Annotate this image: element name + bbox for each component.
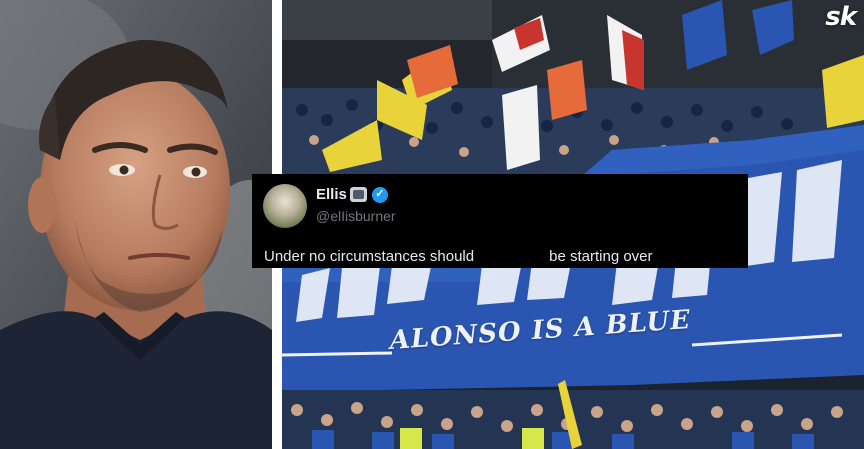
verified-badge-icon: ✓ — [371, 186, 388, 203]
tweet-handle[interactable]: @elIisburner — [316, 208, 396, 224]
tweet-text: Under no circumstances should be startin… — [264, 248, 653, 265]
tweet-author-row: Ellis ✓ — [316, 186, 388, 203]
tweet-card[interactable]: Ellis ✓ @elIisburner Under no circumstan… — [252, 174, 748, 268]
portrait-photo — [0, 0, 272, 449]
avatar[interactable] — [263, 184, 307, 228]
display-name[interactable]: Ellis — [316, 186, 347, 203]
sportskeeda-logo: sk — [825, 2, 857, 32]
stadium-emoji-icon — [349, 187, 367, 202]
portrait-illustration — [0, 0, 272, 449]
